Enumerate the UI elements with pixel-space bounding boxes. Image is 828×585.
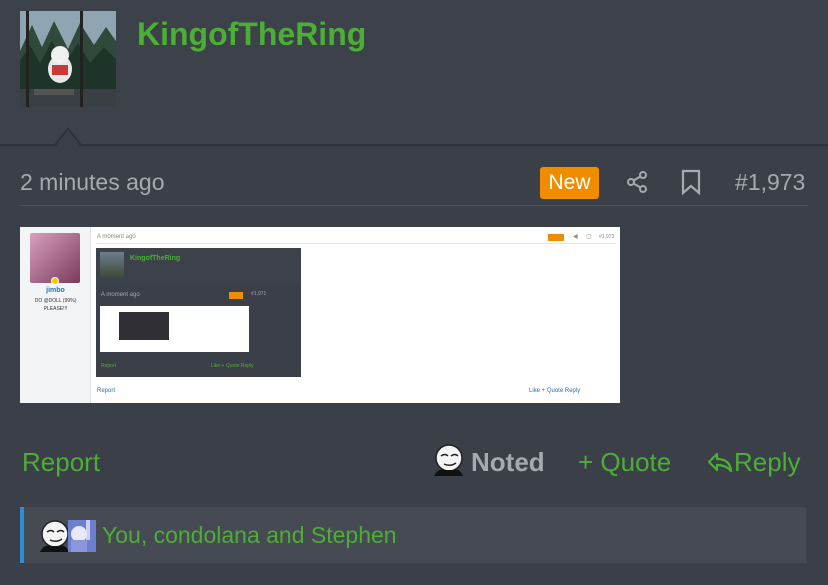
embed-timestamp: A moment ago xyxy=(97,234,136,240)
reactions-list-text[interactable]: You, condolana and Stephen xyxy=(102,522,397,549)
noted-label: Noted xyxy=(471,447,545,477)
embed-nested-header: KingofTheRing xyxy=(96,248,301,285)
embed-bookmark-icon: ▢ xyxy=(586,234,592,240)
report-link[interactable]: Report xyxy=(22,447,100,478)
embed-nested-report: Report xyxy=(101,363,117,369)
embed-user-title: DO @DOLL (99%) PLEASE!!! xyxy=(34,298,77,312)
new-badge: New xyxy=(540,167,599,199)
embed-actions: Like + Quote Reply xyxy=(529,388,581,394)
timestamp[interactable]: 2 minutes ago xyxy=(20,169,164,196)
post-header: KingofTheRing xyxy=(0,0,828,146)
post-meta-row: 2 minutes ago New #1,973 xyxy=(20,160,808,206)
reactions-summary[interactable]: You, condolana and Stephen xyxy=(20,507,806,563)
avatar[interactable] xyxy=(20,11,116,107)
embed-nested-post: KingofTheRing A moment ago #1,971 Report… xyxy=(96,248,301,377)
username[interactable]: KingofTheRing xyxy=(137,16,366,53)
quote-link[interactable]: + Quote xyxy=(578,447,671,478)
share-icon[interactable] xyxy=(625,170,649,194)
reply-icon xyxy=(707,452,733,473)
embed-nested-username: KingofTheRing xyxy=(130,255,181,262)
embed-online-indicator xyxy=(51,277,59,285)
bookmark-icon[interactable] xyxy=(680,169,702,196)
reaction-avatar-icon xyxy=(68,520,96,552)
post-actions: Report Noted + Quote Reply xyxy=(20,442,808,482)
embed-nested-new-badge xyxy=(229,292,243,299)
embed-nested-timestamp: A moment ago xyxy=(101,292,140,298)
embed-nested-avatar xyxy=(100,252,124,278)
embed-nested-post-number: #1,971 xyxy=(251,291,267,297)
embed-user-sidebar: jimbo DO @DOLL (99%) PLEASE!!! xyxy=(20,227,91,403)
header-pointer-fill xyxy=(55,130,81,147)
embed-username: jimbo xyxy=(46,287,65,294)
embedded-screenshot[interactable]: jimbo DO @DOLL (99%) PLEASE!!! A moment … xyxy=(20,227,620,403)
post-number-link[interactable]: #1,973 xyxy=(735,169,805,196)
embed-nested-dark-panel xyxy=(119,312,169,340)
embed-avatar xyxy=(30,233,80,283)
meme-face-icon xyxy=(38,520,70,552)
embed-report: Report xyxy=(97,388,116,394)
embed-nested-screenshot xyxy=(100,306,249,352)
embed-post-number: #1,973 xyxy=(599,234,615,240)
reply-link[interactable]: Reply xyxy=(706,447,800,478)
embed-nested-actions: Like + Quote Reply xyxy=(211,363,254,369)
embed-new-badge xyxy=(548,234,564,241)
reply-label: Reply xyxy=(734,447,801,477)
embed-share-icon: ◀ xyxy=(573,234,578,240)
meme-face-icon xyxy=(432,444,464,476)
embed-divider xyxy=(97,243,616,244)
